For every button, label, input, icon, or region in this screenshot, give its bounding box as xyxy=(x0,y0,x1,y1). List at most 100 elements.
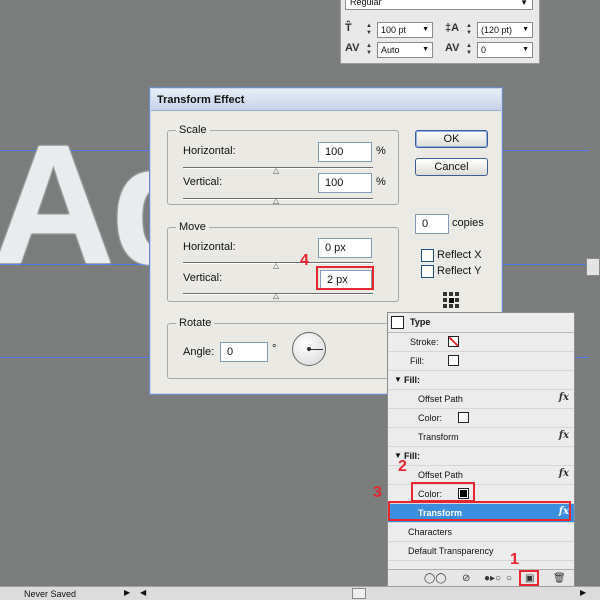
cancel-button[interactable]: Cancel xyxy=(415,158,488,176)
reference-point-icon[interactable] xyxy=(443,292,459,308)
fill1-offset-path-row[interactable]: Offset Path fx xyxy=(388,390,574,409)
reflect-x-label: Reflect X xyxy=(437,249,482,261)
scale-group-title: Scale xyxy=(176,124,210,136)
rotate-angle-unit: ° xyxy=(272,343,277,355)
scroll-left-icon[interactable]: ◀ xyxy=(140,588,146,597)
angle-dial-icon[interactable] xyxy=(292,332,326,366)
scale-vertical-input[interactable]: 100 xyxy=(318,173,372,193)
appearance-panel-toolbar: ◯◯ ⊘ ●▸○ ○ ▣ 🗑 xyxy=(388,569,574,587)
disclosure-triangle-icon[interactable]: ▼ xyxy=(394,375,402,384)
ok-button[interactable]: OK xyxy=(415,130,488,148)
leading-value: (120 pt) xyxy=(481,25,513,35)
rotate-group: Rotate Angle: 0 ° xyxy=(167,317,399,379)
kerning-stepper[interactable]: ▲ ▼ xyxy=(366,43,374,57)
appearance-panel: Type Stroke: Fill: ▼ Fill: Offset Path f… xyxy=(387,312,575,588)
fill-label: Fill: xyxy=(410,356,424,366)
reflect-y-checkbox[interactable] xyxy=(421,265,434,278)
dialog-title[interactable]: Transform Effect xyxy=(151,89,501,111)
annotation-step-1: 1 xyxy=(510,551,519,568)
annotation-step-4: 4 xyxy=(300,252,309,269)
leading-icon: ‡A xyxy=(445,22,460,34)
rotate-angle-input[interactable]: 0 xyxy=(220,342,268,362)
fx-icon[interactable]: fx xyxy=(559,468,569,479)
stroke-label: Stroke: xyxy=(410,337,439,347)
fill-swatch-icon[interactable] xyxy=(448,355,459,366)
default-transparency-label: Default Transparency xyxy=(408,546,494,556)
fill1-color-swatch-icon[interactable] xyxy=(458,412,469,423)
fill1-row[interactable]: ▼ Fill: xyxy=(388,371,574,390)
annotation-step-3: 3 xyxy=(373,484,382,501)
fill-row[interactable]: Fill: xyxy=(388,352,574,371)
kerning-value: Auto xyxy=(381,45,400,55)
slider-thumb-icon[interactable]: △ xyxy=(273,197,279,205)
font-style-dropdown[interactable]: Regular ▼ xyxy=(345,0,533,10)
scale-horizontal-label: Horizontal: xyxy=(183,145,236,157)
annotation-box-color xyxy=(411,482,475,502)
vertical-scrollbar[interactable] xyxy=(589,0,600,586)
scroll-right-icon[interactable]: ▶ xyxy=(580,588,586,597)
fill1-color-row[interactable]: Color: xyxy=(388,409,574,428)
character-panel: Regular ▼ T̂ ▲ ▼ 100 pt ▼ ‡A ▲ ▼ (120 pt) … xyxy=(340,0,540,64)
kerning-field[interactable]: Auto ▼ xyxy=(377,42,433,58)
font-size-stepper[interactable]: ▲ ▼ xyxy=(366,23,374,37)
rotate-angle-label: Angle: xyxy=(183,346,215,358)
appearance-header[interactable]: Type xyxy=(388,313,574,333)
status-bar: Never Saved ▶ ◀ ▶ xyxy=(0,586,600,600)
tracking-stepper[interactable]: ▲ ▼ xyxy=(466,43,474,57)
scale-vertical-label: Vertical: xyxy=(183,176,223,188)
move-group-title: Move xyxy=(176,221,209,233)
clear-appearance-icon[interactable]: ⊘ xyxy=(462,573,470,584)
scale-horizontal-unit: % xyxy=(376,145,386,157)
scale-horizontal-input[interactable]: 100 xyxy=(318,142,372,162)
fill1-transform-row[interactable]: Transform fx xyxy=(388,428,574,447)
reflect-x-checkbox[interactable] xyxy=(421,249,434,262)
character-row-size: T̂ ▲ ▼ 100 pt ▼ ‡A ▲ ▼ (120 pt) ▼ xyxy=(345,21,537,39)
show-thumbnail-icon[interactable]: ◯◯ xyxy=(424,573,446,584)
add-new-effect-icon[interactable]: ○ xyxy=(506,573,512,584)
character-row-spacing: AV ▲ ▼ Auto ▼ AV ▲ ▼ 0 ▼ xyxy=(345,41,537,59)
fill2-row[interactable]: ▼ Fill: xyxy=(388,447,574,466)
annotation-step-2: 2 xyxy=(398,458,407,475)
move-group: Move Horizontal: 0 px △ Vertical: 2 px △ xyxy=(167,221,399,302)
default-transparency-row[interactable]: Default Transparency xyxy=(388,542,574,561)
chevron-down-icon: ▼ xyxy=(422,46,429,53)
scale-vertical-unit: % xyxy=(376,176,386,188)
horizontal-scroll-thumb[interactable] xyxy=(352,588,366,599)
slider-thumb-icon[interactable]: △ xyxy=(273,262,279,270)
rotate-group-title: Rotate xyxy=(176,317,215,329)
move-vertical-label: Vertical: xyxy=(183,272,223,284)
stroke-row[interactable]: Stroke: xyxy=(388,333,574,352)
trash-icon[interactable]: 🗑 xyxy=(553,573,566,584)
vertical-scroll-thumb[interactable] xyxy=(586,258,600,276)
status-text: Never Saved xyxy=(24,589,77,599)
status-menu-arrow-icon[interactable]: ▶ xyxy=(124,588,130,597)
reduce-to-basic-icon[interactable]: ●▸○ xyxy=(484,573,501,584)
copies-label: copies xyxy=(452,217,484,229)
tracking-value: 0 xyxy=(481,45,487,55)
reflect-y-label: Reflect Y xyxy=(437,265,482,277)
font-size-field[interactable]: 100 pt ▼ xyxy=(377,22,433,38)
copies-input[interactable]: 0 xyxy=(415,214,449,234)
stroke-none-swatch-icon[interactable] xyxy=(448,336,459,347)
scale-group: Scale Horizontal: 100 % △ Vertical: 100 … xyxy=(167,124,399,205)
fx-icon[interactable]: fx xyxy=(559,430,569,441)
fill2-offset-path-label: Offset Path xyxy=(418,470,463,480)
characters-row[interactable]: Characters xyxy=(388,523,574,542)
font-size-icon: T̂ xyxy=(345,22,352,34)
chevron-down-icon: ▼ xyxy=(522,46,529,53)
leading-field[interactable]: (120 pt) ▼ xyxy=(477,22,533,38)
chevron-down-icon: ▼ xyxy=(520,0,528,7)
fill1-offset-path-label: Offset Path xyxy=(418,394,463,404)
slider-thumb-icon[interactable]: △ xyxy=(273,167,279,175)
leading-stepper[interactable]: ▲ ▼ xyxy=(466,23,474,37)
slider-thumb-icon[interactable]: △ xyxy=(273,292,279,300)
characters-label: Characters xyxy=(408,527,453,537)
fill1-transform-label: Transform xyxy=(418,432,459,442)
fx-icon[interactable]: fx xyxy=(559,392,569,403)
chevron-down-icon: ▼ xyxy=(522,26,529,33)
tracking-field[interactable]: 0 ▼ xyxy=(477,42,533,58)
fill1-color-label: Color: xyxy=(418,413,443,423)
move-horizontal-label: Horizontal: xyxy=(183,241,236,253)
font-size-value: 100 pt xyxy=(381,25,407,35)
move-horizontal-input[interactable]: 0 px xyxy=(318,238,372,258)
